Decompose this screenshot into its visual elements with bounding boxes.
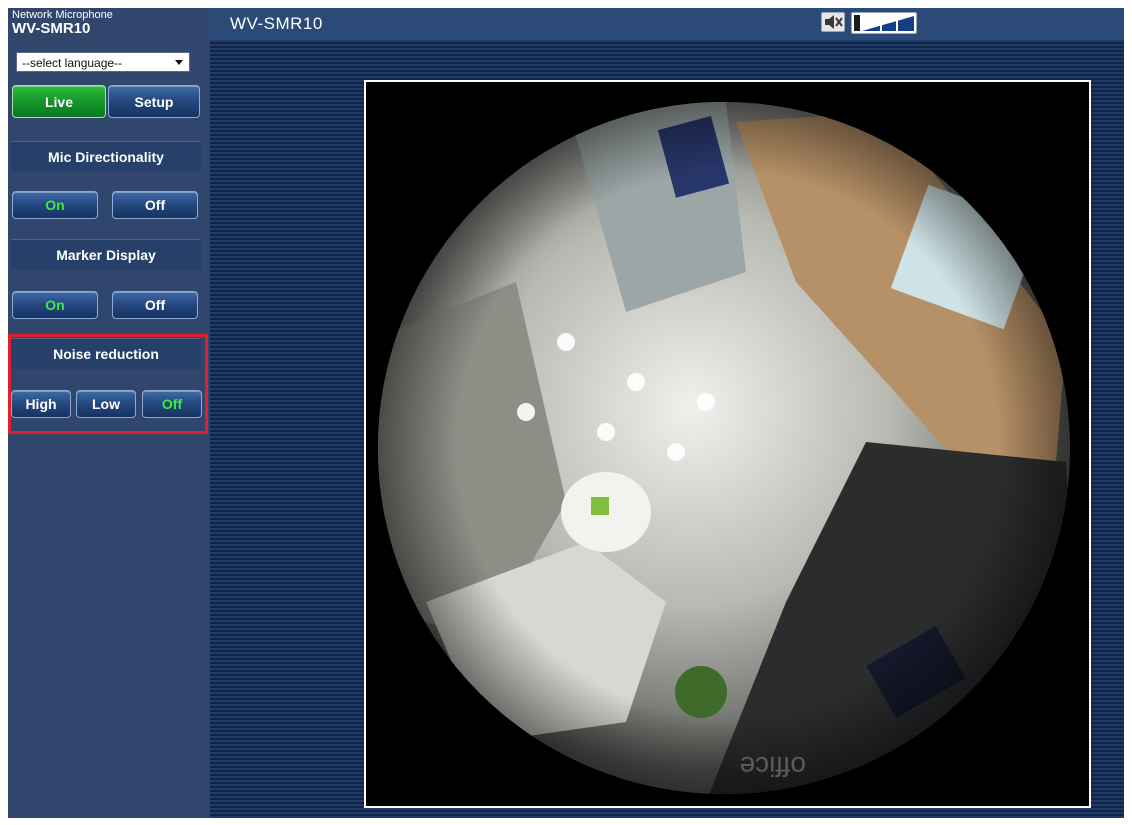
marker-display-on-button[interactable]: On: [12, 291, 98, 319]
mic-directionality-off-button[interactable]: Off: [112, 191, 198, 219]
setup-button[interactable]: Setup: [108, 85, 200, 118]
language-select-value: --select language--: [22, 56, 123, 70]
volume-level-icon: [854, 15, 914, 31]
main-view: WV-SMR10 office: [210, 8, 1124, 818]
speaker-mute-icon: [825, 15, 843, 29]
live-video[interactable]: office: [366, 82, 1089, 806]
noise-reduction-off-button[interactable]: Off: [142, 390, 202, 418]
mic-directionality-on-label: On: [45, 197, 65, 213]
noise-reduction-header: Noise reduction: [11, 338, 201, 369]
noise-reduction-off-label: Off: [161, 396, 183, 412]
marker-display-off-button[interactable]: Off: [112, 291, 198, 319]
sidebar: Network Microphone WV-SMR10 --select lan…: [8, 8, 210, 818]
language-select[interactable]: --select language--: [16, 52, 190, 72]
app-window: Network Microphone WV-SMR10 --select lan…: [8, 8, 1124, 818]
page-title: WV-SMR10: [230, 14, 323, 33]
volume-control[interactable]: [851, 12, 917, 34]
mic-directionality-header: Mic Directionality: [11, 141, 201, 172]
marker-display-header: Marker Display: [11, 239, 201, 270]
device-model-label: WV-SMR10: [12, 20, 91, 37]
chevron-down-icon: [175, 60, 183, 65]
mute-button[interactable]: [821, 12, 845, 32]
video-frame: office: [364, 80, 1091, 808]
noise-reduction-high-button[interactable]: High: [11, 390, 71, 418]
header-bar: WV-SMR10: [210, 8, 1124, 40]
noise-reduction-low-button[interactable]: Low: [76, 390, 136, 418]
marker-display-on-label: On: [45, 297, 65, 313]
video-overlay-text: office: [740, 751, 806, 782]
fisheye-image: office: [366, 82, 1089, 806]
live-button[interactable]: Live: [12, 85, 106, 118]
mic-directionality-on-button[interactable]: On: [12, 191, 98, 219]
